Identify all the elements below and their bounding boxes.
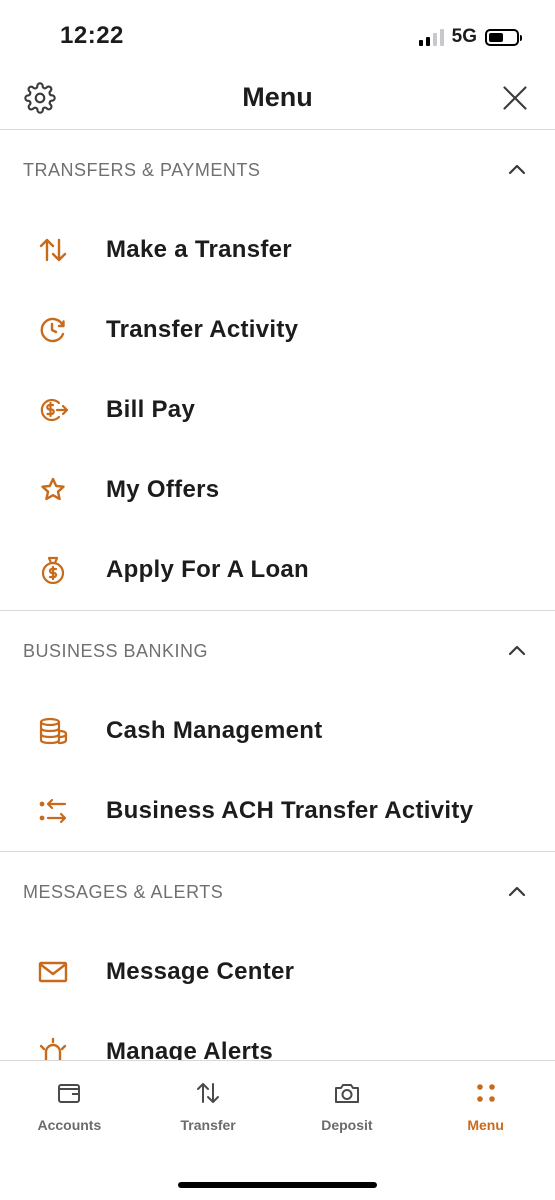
menu-header: Menu bbox=[0, 70, 555, 130]
menu-item-business-ach-transfer-activity[interactable]: Business ACH Transfer Activity bbox=[0, 771, 555, 851]
section-header[interactable]: BUSINESS BANKING bbox=[0, 611, 555, 691]
camera-icon bbox=[334, 1084, 359, 1103]
menu-item-label: Message Center bbox=[106, 958, 295, 985]
section-business-banking: BUSINESS BANKING Cash Management Busines… bbox=[0, 611, 555, 852]
money-bag-icon bbox=[41, 556, 65, 585]
section-messages-alerts: MESSAGES & ALERTS Message Center Manage … bbox=[0, 852, 555, 1060]
tab-label: Deposit bbox=[321, 1117, 373, 1133]
menu-item-bill-pay[interactable]: Bill Pay bbox=[0, 370, 555, 450]
clock-refresh-icon bbox=[40, 317, 65, 343]
menu-item-cash-management[interactable]: Cash Management bbox=[0, 691, 555, 771]
tab-deposit[interactable]: Deposit bbox=[278, 1061, 417, 1151]
star-icon bbox=[41, 477, 65, 501]
battery-icon bbox=[485, 28, 522, 46]
tab-transfer[interactable]: Transfer bbox=[139, 1061, 278, 1151]
home-indicator[interactable] bbox=[178, 1182, 377, 1188]
menu-item-manage-alerts[interactable]: Manage Alerts bbox=[0, 1012, 555, 1060]
transfer-arrows-icon bbox=[197, 1083, 220, 1103]
section-title: BUSINESS BANKING bbox=[23, 640, 209, 661]
section-title: MESSAGES & ALERTS bbox=[23, 881, 224, 902]
section-header[interactable]: TRANSFERS & PAYMENTS bbox=[0, 130, 555, 210]
alarm-icon bbox=[39, 1037, 67, 1060]
signal-icon bbox=[418, 28, 444, 46]
network-label: 5G bbox=[451, 26, 477, 47]
menu-item-label: Cash Management bbox=[106, 717, 323, 744]
menu-item-label: Business ACH Transfer Activity bbox=[106, 797, 474, 824]
menu-item-apply-for-a-loan[interactable]: Apply For A Loan bbox=[0, 530, 555, 610]
menu-item-label: My Offers bbox=[106, 476, 220, 503]
section-header[interactable]: MESSAGES & ALERTS bbox=[0, 852, 555, 932]
status-bar: 12:22 5G bbox=[0, 0, 555, 70]
menu-item-message-center[interactable]: Message Center bbox=[0, 932, 555, 1012]
menu-item-label: Apply For A Loan bbox=[106, 556, 310, 583]
tab-accounts[interactable]: Accounts bbox=[0, 1061, 139, 1151]
chevron-up-icon[interactable] bbox=[507, 641, 527, 661]
menu-item-my-offers[interactable]: My Offers bbox=[0, 450, 555, 530]
tab-label: Menu bbox=[467, 1117, 504, 1133]
menu-item-transfer-activity[interactable]: Transfer Activity bbox=[0, 290, 555, 370]
chevron-up-icon[interactable] bbox=[507, 882, 527, 902]
menu-item-label: Manage Alerts bbox=[106, 1038, 274, 1060]
tab-label: Transfer bbox=[180, 1117, 236, 1133]
chevron-up-icon[interactable] bbox=[507, 160, 527, 180]
envelope-icon bbox=[38, 961, 68, 983]
menu-dots-icon bbox=[476, 1084, 495, 1102]
page-title: Menu bbox=[242, 82, 313, 112]
section-title: TRANSFERS & PAYMENTS bbox=[23, 159, 261, 180]
tab-label: Accounts bbox=[37, 1117, 102, 1133]
tab-bar: Accounts Transfer Deposit Menu bbox=[0, 1060, 555, 1200]
coin-stack-icon bbox=[39, 717, 68, 745]
menu-item-label: Bill Pay bbox=[106, 396, 196, 423]
menu-list[interactable]: TRANSFERS & PAYMENTS Make a Transfer Tra… bbox=[0, 130, 555, 1060]
wallet-icon bbox=[58, 1084, 81, 1103]
section-transfers-payments: TRANSFERS & PAYMENTS Make a Transfer Tra… bbox=[0, 130, 555, 611]
menu-item-label: Transfer Activity bbox=[106, 316, 299, 343]
status-time: 12:22 bbox=[60, 22, 124, 49]
ach-transfer-icon bbox=[39, 798, 67, 824]
bill-pay-icon bbox=[40, 398, 69, 422]
transfer-arrows-icon bbox=[39, 238, 67, 262]
menu-item-make-a-transfer[interactable]: Make a Transfer bbox=[0, 210, 555, 290]
close-icon[interactable] bbox=[501, 84, 529, 112]
menu-item-label: Make a Transfer bbox=[106, 236, 292, 263]
tab-menu[interactable]: Menu bbox=[416, 1061, 555, 1151]
status-indicators: 5G bbox=[418, 26, 522, 48]
